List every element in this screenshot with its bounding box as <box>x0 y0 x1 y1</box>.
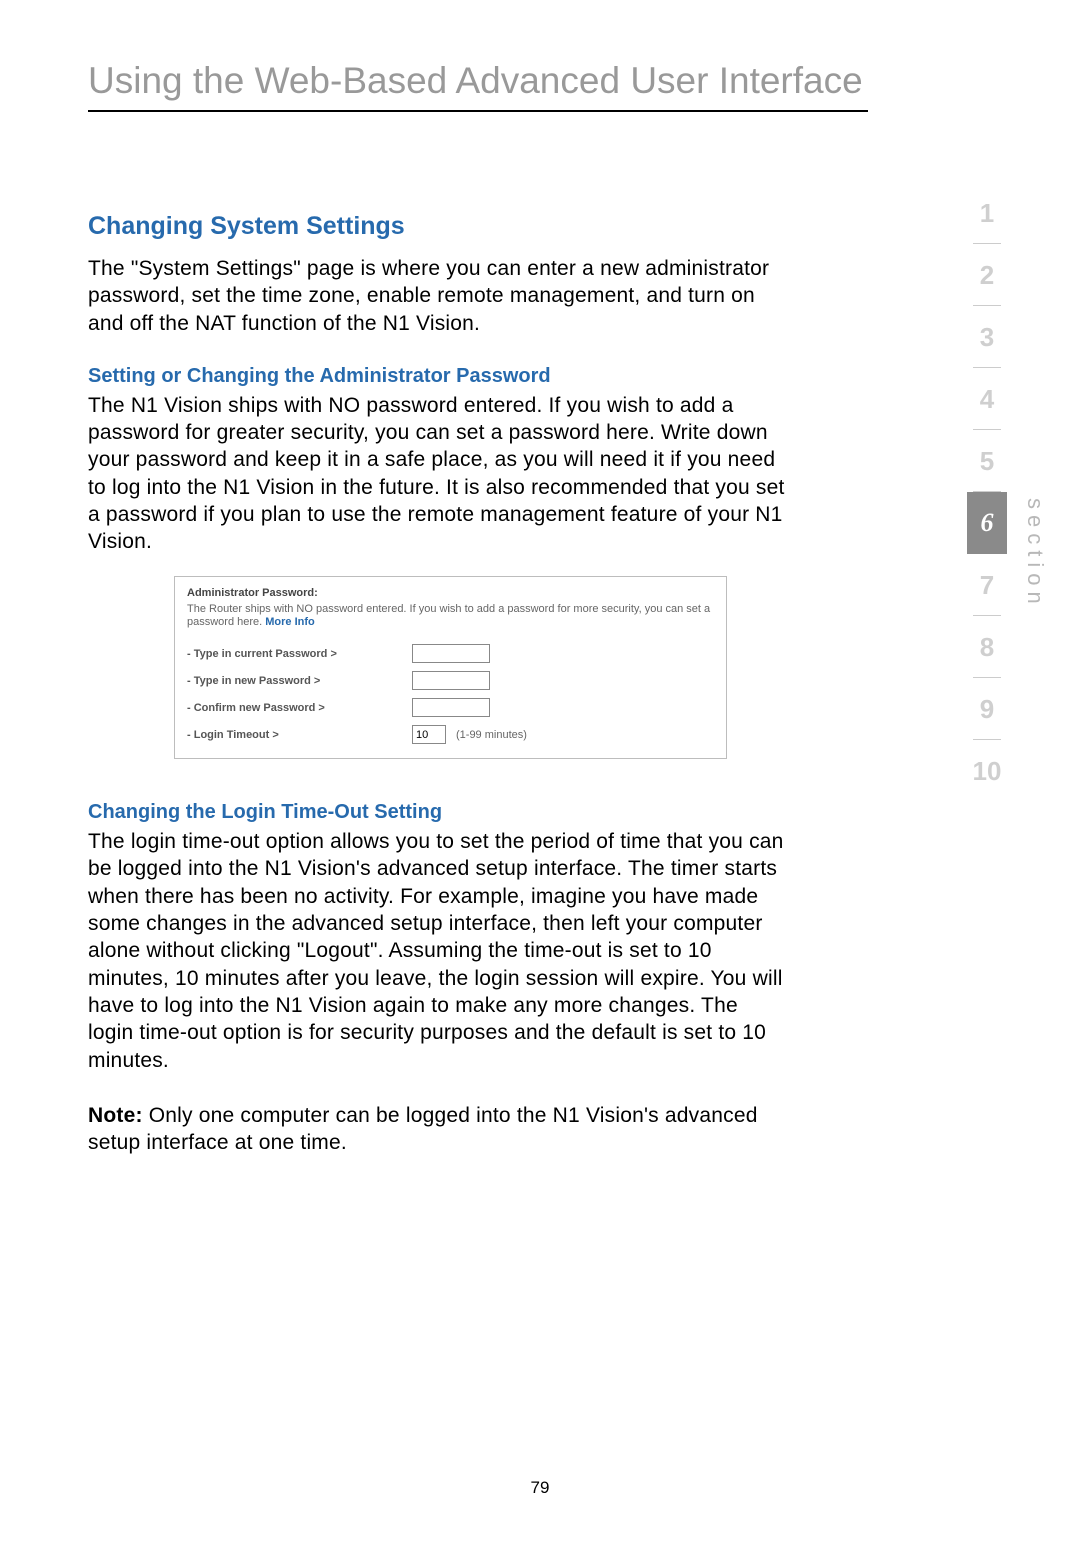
page-number: 79 <box>0 1478 1080 1498</box>
page-container: Using the Web-Based Advanced User Interf… <box>0 0 1080 1156</box>
input-confirm-password[interactable] <box>412 698 490 717</box>
row-confirm-password: - Confirm new Password > <box>187 698 714 717</box>
label-new-password: - Type in new Password > <box>187 675 412 687</box>
label-current-password: - Type in current Password > <box>187 648 412 660</box>
timeout-suffix: (1-99 minutes) <box>456 729 527 741</box>
nav-item-1[interactable]: 1 <box>967 182 1007 244</box>
note-paragraph: Note: Only one computer can be logged in… <box>88 1102 788 1157</box>
nav-item-5[interactable]: 5 <box>967 430 1007 492</box>
intro-paragraph: The "System Settings" page is where you … <box>88 255 788 337</box>
section-heading: Changing System Settings <box>88 212 788 241</box>
nav-item-4[interactable]: 4 <box>967 368 1007 430</box>
login-timeout-paragraph: The login time-out option allows you to … <box>88 828 788 1074</box>
nav-item-8[interactable]: 8 <box>967 616 1007 678</box>
input-login-timeout[interactable] <box>412 725 446 744</box>
screenshot-title: Administrator Password: <box>187 587 714 599</box>
subheading-admin-password: Setting or Changing the Administrator Pa… <box>88 365 788 388</box>
note-label: Note: <box>88 1104 143 1127</box>
nav-item-2[interactable]: 2 <box>967 244 1007 306</box>
row-current-password: - Type in current Password > <box>187 644 714 663</box>
screenshot-description: The Router ships with NO password entere… <box>187 603 714 631</box>
nav-item-6-current[interactable]: 6 <box>967 492 1007 554</box>
chapter-title: Using the Web-Based Advanced User Interf… <box>88 60 992 102</box>
note-text: Only one computer can be logged into the… <box>88 1104 758 1154</box>
section-label-vertical: section <box>1022 498 1048 610</box>
label-login-timeout: - Login Timeout > <box>187 729 412 741</box>
row-login-timeout: - Login Timeout > (1-99 minutes) <box>187 725 714 744</box>
input-new-password[interactable] <box>412 671 490 690</box>
nav-item-9[interactable]: 9 <box>967 678 1007 740</box>
row-new-password: - Type in new Password > <box>187 671 714 690</box>
chapter-rule <box>88 110 868 112</box>
label-confirm-password: - Confirm new Password > <box>187 702 412 714</box>
nav-item-7[interactable]: 7 <box>967 554 1007 616</box>
admin-password-paragraph: The N1 Vision ships with NO password ent… <box>88 392 788 556</box>
admin-password-screenshot: Administrator Password: The Router ships… <box>174 576 727 760</box>
content-column: Changing System Settings The "System Set… <box>88 212 788 1156</box>
subheading-login-timeout: Changing the Login Time-Out Setting <box>88 801 788 824</box>
input-current-password[interactable] <box>412 644 490 663</box>
more-info-link[interactable]: More Info <box>265 616 315 628</box>
nav-item-10[interactable]: 10 <box>967 740 1007 802</box>
section-nav: 1 2 3 4 5 6 7 8 9 10 <box>966 182 1008 802</box>
nav-item-3[interactable]: 3 <box>967 306 1007 368</box>
